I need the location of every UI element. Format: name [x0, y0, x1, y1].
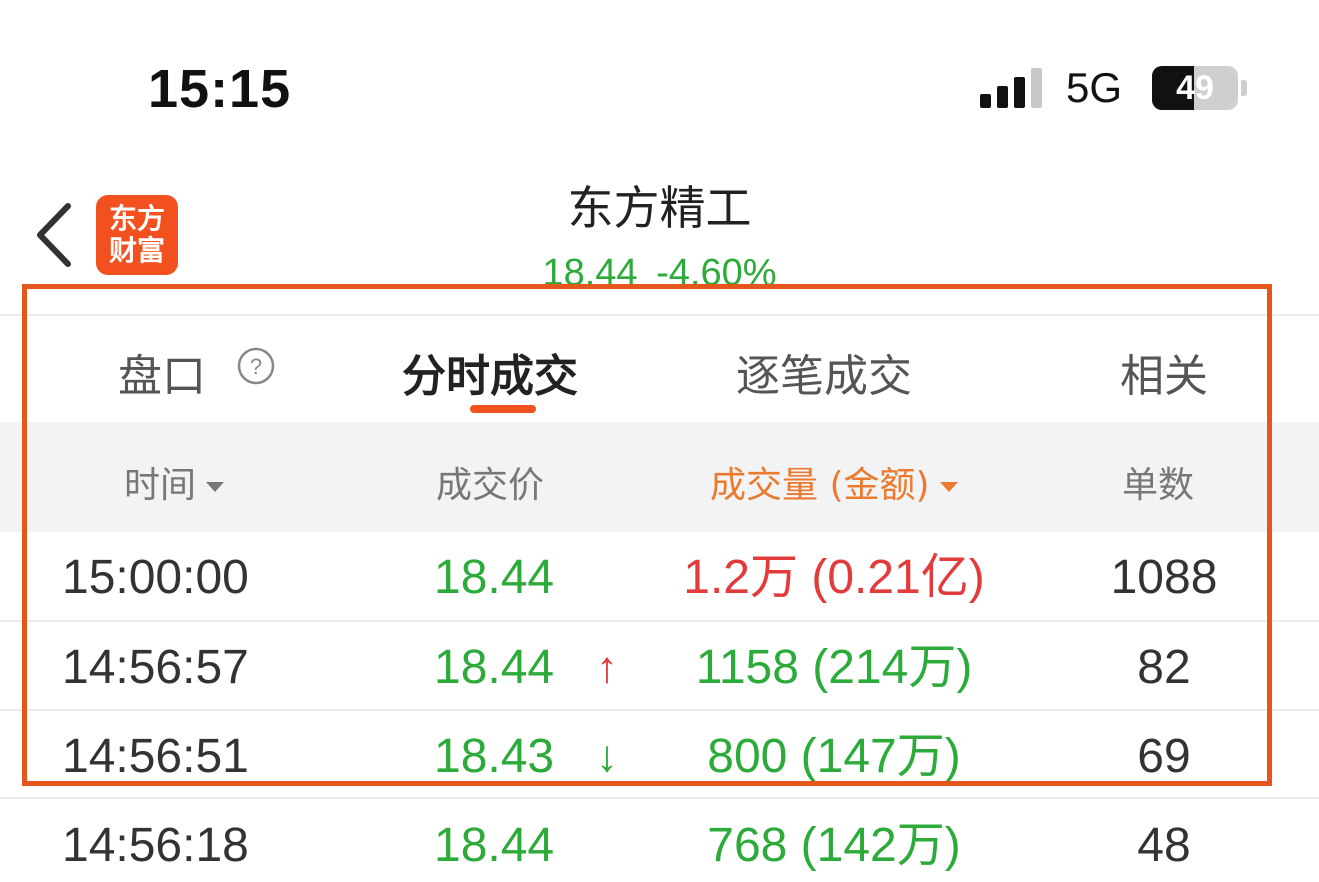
tab-order-book[interactable]: 盘口	[118, 340, 206, 404]
tab-related[interactable]: 相关	[1120, 340, 1208, 404]
tab-tick-trades[interactable]: 逐笔成交	[736, 340, 912, 404]
row-price: 18.44	[434, 551, 555, 604]
stock-name: 东方精工	[567, 181, 752, 235]
battery-icon: 49	[1152, 66, 1238, 110]
column-volume-label: 成交量 (金额)	[710, 465, 930, 506]
tab-minute-trades[interactable]: 分时成交	[402, 340, 578, 404]
table-row: 14:56:57 18.44 ↑ 1158 (214万) 82	[0, 622, 1319, 710]
stock-price: 18.44	[542, 252, 638, 294]
row-volume: 1158 (214万)	[695, 641, 973, 694]
row-price: 18.44	[434, 819, 555, 872]
row-price: 18.44	[434, 641, 555, 694]
sort-down-icon	[206, 482, 225, 492]
network-type: 5G	[1066, 64, 1123, 111]
sort-down-icon	[939, 482, 958, 492]
table-row: 15:00:00 18.44 1.2万 (0.21亿) 1088	[0, 532, 1319, 620]
down-arrow-icon: ↓	[596, 732, 618, 781]
row-count: 69	[1137, 730, 1191, 783]
table-row: 14:56:18 18.44 768 (142万) 48	[0, 800, 1319, 882]
svg-text:?: ?	[250, 354, 262, 379]
stock-quote: 18.44 -4.60%	[0, 252, 1319, 295]
table-row: 14:56:51 18.43 ↓ 800 (147万) 69	[0, 711, 1319, 799]
battery-cap	[1241, 80, 1247, 96]
stock-change: -4.60%	[656, 252, 777, 294]
help-icon[interactable]: ?	[236, 346, 276, 386]
up-arrow-icon: ↑	[596, 643, 618, 692]
row-time: 14:56:51	[62, 730, 249, 783]
row-count: 1088	[1110, 551, 1218, 604]
row-count: 82	[1137, 641, 1191, 694]
divider	[0, 797, 1319, 799]
status-time: 15:15	[148, 59, 292, 119]
column-count: 单数	[1122, 465, 1195, 506]
row-time: 14:56:18	[62, 819, 249, 872]
column-time-label: 时间	[124, 465, 197, 506]
row-volume: 800 (147万)	[707, 730, 961, 783]
row-count: 48	[1137, 819, 1191, 872]
row-price: 18.43	[434, 730, 555, 783]
column-time-sort[interactable]: 时间	[124, 456, 225, 508]
active-tab-indicator	[470, 405, 536, 413]
battery-level: 49	[1176, 68, 1214, 107]
row-time: 15:00:00	[62, 551, 249, 604]
row-volume: 768 (142万)	[707, 819, 961, 872]
row-time: 14:56:57	[62, 641, 249, 694]
app-screen: 15:15 5G 49 东方 财富 东方精工 18.44 -4.60% 盘口 ?…	[0, 0, 1319, 882]
column-price: 成交价	[436, 465, 545, 506]
signal-icon	[980, 66, 1044, 108]
row-volume: 1.2万 (0.21亿)	[683, 551, 985, 604]
column-volume-sort[interactable]: 成交量 (金额)	[710, 456, 958, 508]
divider	[0, 314, 1319, 316]
